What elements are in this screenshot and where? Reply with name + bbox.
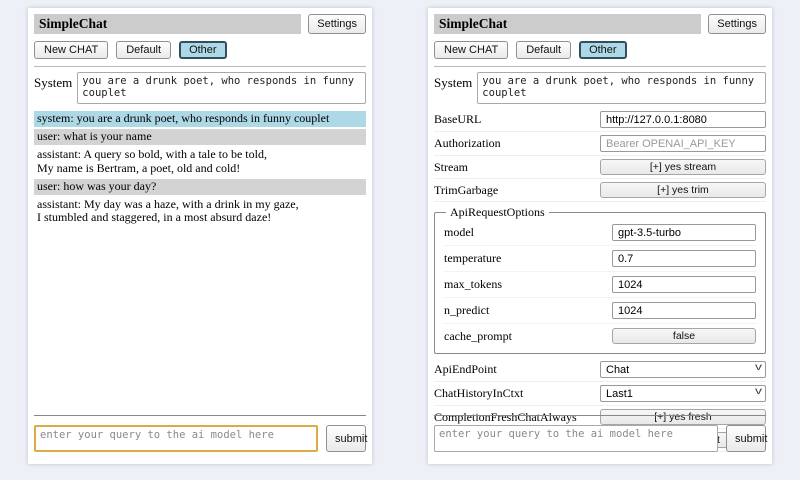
system-label: System (434, 72, 472, 91)
fieldset-legend: ApiRequestOptions (446, 205, 549, 220)
session-button-default[interactable]: Default (516, 41, 571, 59)
divider (34, 415, 366, 416)
setting-label: ApiEndPoint (434, 362, 600, 377)
authorization-input[interactable] (600, 135, 766, 152)
query-area: submit (434, 415, 766, 452)
api-request-options-fieldset: ApiRequestOptions model temperature max_… (434, 205, 766, 354)
submit-button[interactable]: submit (326, 425, 366, 452)
setting-row-stream: Stream [+] yes stream (434, 157, 766, 179)
chat-message-list: system: you are a drunk poet, who respon… (34, 111, 366, 226)
setting-label: model (444, 225, 612, 240)
settings-list: BaseURL Authorization Stream [+] yes str… (434, 109, 766, 452)
setting-label: BaseURL (434, 112, 600, 127)
query-area: submit (34, 415, 366, 452)
setting-label: max_tokens (444, 277, 612, 292)
chat-message: assistant: A query so bold, with a tale … (34, 147, 366, 177)
panel-header: SimpleChat Settings (34, 14, 366, 34)
setting-label: temperature (444, 251, 612, 266)
chat-message: user: how was your day? (34, 179, 366, 195)
setting-row-n-predict: n_predict (444, 299, 756, 324)
system-prompt-textarea[interactable]: you are a drunk poet, who responds in fu… (77, 72, 366, 104)
chevron-down-icon: v (755, 363, 762, 373)
submit-button[interactable]: submit (726, 425, 766, 452)
chat-panel: SimpleChat Settings New CHAT Default Oth… (28, 8, 372, 464)
setting-label: n_predict (444, 303, 612, 318)
chat-message: system: you are a drunk poet, who respon… (34, 111, 366, 127)
session-button-other[interactable]: Other (179, 41, 227, 59)
setting-row-cache-prompt: cache_prompt false (444, 325, 756, 348)
trimgarbage-toggle-button[interactable]: [+] yes trim (600, 182, 766, 198)
new-chat-button[interactable]: New CHAT (434, 41, 508, 59)
app-title: SimpleChat (34, 14, 301, 34)
settings-panel: SimpleChat Settings New CHAT Default Oth… (428, 8, 772, 464)
setting-label: cache_prompt (444, 329, 612, 344)
query-input[interactable] (434, 425, 718, 452)
session-button-default[interactable]: Default (116, 41, 171, 59)
setting-label: TrimGarbage (434, 183, 600, 198)
session-button-other[interactable]: Other (579, 41, 627, 59)
divider (34, 66, 366, 67)
setting-label: Stream (434, 160, 600, 175)
setting-row-api-endpoint: ApiEndPoint Chat v (434, 359, 766, 382)
temperature-input[interactable] (612, 250, 756, 267)
max-tokens-input[interactable] (612, 276, 756, 293)
setting-label: Authorization (434, 136, 600, 151)
settings-button[interactable]: Settings (308, 14, 366, 34)
baseurl-input[interactable] (600, 111, 766, 128)
setting-row-trimgarbage: TrimGarbage [+] yes trim (434, 180, 766, 202)
session-row: New CHAT Default Other (434, 41, 766, 59)
chat-message: assistant: My day was a haze, with a dri… (34, 197, 366, 227)
panel-header: SimpleChat Settings (434, 14, 766, 34)
setting-row-chat-history: ChatHistoryInCtxt Last1 v (434, 383, 766, 406)
system-label: System (34, 72, 72, 91)
chat-message: user: what is your name (34, 129, 366, 145)
system-row: System you are a drunk poet, who respond… (434, 72, 766, 104)
setting-row-temperature: temperature (444, 247, 756, 272)
app-title: SimpleChat (434, 14, 701, 34)
stream-toggle-button[interactable]: [+] yes stream (600, 159, 766, 175)
cache-prompt-toggle-button[interactable]: false (612, 328, 756, 344)
system-prompt-textarea[interactable]: you are a drunk poet, who responds in fu… (477, 72, 766, 104)
divider (434, 415, 766, 416)
session-row: New CHAT Default Other (34, 41, 366, 59)
setting-row-max-tokens: max_tokens (444, 273, 756, 298)
new-chat-button[interactable]: New CHAT (34, 41, 108, 59)
divider (434, 66, 766, 67)
settings-button[interactable]: Settings (708, 14, 766, 34)
selected-option: Last1 (606, 388, 633, 400)
query-input[interactable] (34, 425, 318, 452)
api-endpoint-select[interactable]: Chat v (600, 361, 766, 378)
system-row: System you are a drunk poet, who respond… (34, 72, 366, 104)
selected-option: Chat (606, 364, 629, 376)
setting-row-model: model (444, 221, 756, 246)
setting-row-baseurl: BaseURL (434, 109, 766, 132)
chat-history-select[interactable]: Last1 v (600, 385, 766, 402)
setting-row-authorization: Authorization (434, 133, 766, 156)
chevron-down-icon: v (755, 387, 762, 397)
model-input[interactable] (612, 224, 756, 241)
n-predict-input[interactable] (612, 302, 756, 319)
setting-label: ChatHistoryInCtxt (434, 386, 600, 401)
